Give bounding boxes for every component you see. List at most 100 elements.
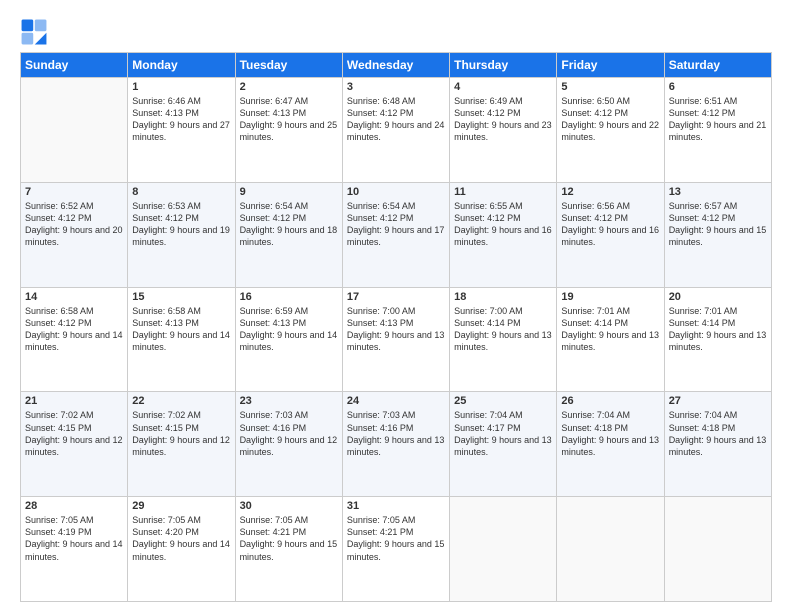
calendar-week-1: 1 Sunrise: 6:46 AMSunset: 4:13 PMDaylight… <box>21 78 772 183</box>
day-info: Sunrise: 7:02 AMSunset: 4:15 PMDaylight:… <box>25 409 123 458</box>
calendar-cell: 12 Sunrise: 6:56 AMSunset: 4:12 PMDayligh… <box>557 182 664 287</box>
calendar-cell: 28Sunrise: 7:05 AMSunset: 4:19 PMDayligh… <box>21 497 128 602</box>
day-number: 5 <box>561 81 659 93</box>
day-number: 1 <box>132 81 230 93</box>
calendar-cell <box>557 497 664 602</box>
day-number: 29 <box>132 500 230 512</box>
day-info: Sunrise: 7:05 AMSunset: 4:21 PMDaylight:… <box>347 514 445 563</box>
day-info: Sunrise: 7:03 AMSunset: 4:16 PMDaylight:… <box>347 409 445 458</box>
calendar-cell: 5 Sunrise: 6:50 AMSunset: 4:12 PMDaylight… <box>557 78 664 183</box>
calendar-cell: 15 Sunrise: 6:58 AMSunset: 4:13 PMDayligh… <box>128 287 235 392</box>
day-number: 15 <box>132 291 230 303</box>
day-info: Sunrise: 7:02 AMSunset: 4:15 PMDaylight:… <box>132 409 230 458</box>
day-header-sunday: Sunday <box>21 53 128 78</box>
day-info: Sunrise: 7:05 AMSunset: 4:20 PMDaylight:… <box>132 514 230 563</box>
calendar-cell: 19 Sunrise: 7:01 AMSunset: 4:14 PMDayligh… <box>557 287 664 392</box>
day-info: Sunrise: 7:01 AMSunset: 4:14 PMDaylight:… <box>669 305 767 354</box>
day-info: Sunrise: 6:48 AMSunset: 4:12 PMDaylight:… <box>347 95 445 144</box>
day-info: Sunrise: 6:59 AMSunset: 4:13 PMDaylight:… <box>240 305 338 354</box>
day-number: 26 <box>561 395 659 407</box>
day-number: 19 <box>561 291 659 303</box>
calendar-cell: 7Sunrise: 6:52 AMSunset: 4:12 PMDaylight… <box>21 182 128 287</box>
calendar-cell <box>664 497 771 602</box>
day-number: 16 <box>240 291 338 303</box>
calendar-cell: 14 Sunrise: 6:58 AMSunset: 4:12 PMDayligh… <box>21 287 128 392</box>
day-info: Sunrise: 6:54 AMSunset: 4:12 PMDaylight:… <box>240 200 338 249</box>
day-info: Sunrise: 6:49 AMSunset: 4:12 PMDaylight:… <box>454 95 552 144</box>
day-number: 4 <box>454 81 552 93</box>
day-header-friday: Friday <box>557 53 664 78</box>
day-number: 18 <box>454 291 552 303</box>
calendar-cell: 20 Sunrise: 7:01 AMSunset: 4:14 PMDayligh… <box>664 287 771 392</box>
calendar-cell: 16 Sunrise: 6:59 AMSunset: 4:13 PMDayligh… <box>235 287 342 392</box>
day-info: Sunrise: 6:57 AMSunset: 4:12 PMDaylight:… <box>669 200 767 249</box>
calendar-cell: 1 Sunrise: 6:46 AMSunset: 4:13 PMDaylight… <box>128 78 235 183</box>
logo <box>20 18 52 46</box>
day-info: Sunrise: 6:58 AMSunset: 4:12 PMDaylight:… <box>25 305 123 354</box>
calendar-cell: 2 Sunrise: 6:47 AMSunset: 4:13 PMDaylight… <box>235 78 342 183</box>
day-info: Sunrise: 6:46 AMSunset: 4:13 PMDaylight:… <box>132 95 230 144</box>
day-info: Sunrise: 7:04 AMSunset: 4:17 PMDaylight:… <box>454 409 552 458</box>
header-row: SundayMondayTuesdayWednesdayThursdayFrid… <box>21 53 772 78</box>
day-info: Sunrise: 6:53 AMSunset: 4:12 PMDaylight:… <box>132 200 230 249</box>
day-number: 8 <box>132 186 230 198</box>
day-number: 27 <box>669 395 767 407</box>
day-number: 25 <box>454 395 552 407</box>
calendar-cell: 4 Sunrise: 6:49 AMSunset: 4:12 PMDaylight… <box>450 78 557 183</box>
day-number: 9 <box>240 186 338 198</box>
day-info: Sunrise: 7:04 AMSunset: 4:18 PMDaylight:… <box>669 409 767 458</box>
calendar-cell: 26Sunrise: 7:04 AMSunset: 4:18 PMDayligh… <box>557 392 664 497</box>
day-info: Sunrise: 7:05 AMSunset: 4:19 PMDaylight:… <box>25 514 123 563</box>
calendar-cell: 11Sunrise: 6:55 AMSunset: 4:12 PMDayligh… <box>450 182 557 287</box>
day-number: 11 <box>454 186 552 198</box>
logo-icon <box>20 18 48 46</box>
calendar-cell: 21 Sunrise: 7:02 AMSunset: 4:15 PMDayligh… <box>21 392 128 497</box>
day-info: Sunrise: 6:58 AMSunset: 4:13 PMDaylight:… <box>132 305 230 354</box>
day-info: Sunrise: 7:00 AMSunset: 4:13 PMDaylight:… <box>347 305 445 354</box>
calendar-cell: 9 Sunrise: 6:54 AMSunset: 4:12 PMDaylight… <box>235 182 342 287</box>
day-header-tuesday: Tuesday <box>235 53 342 78</box>
day-number: 12 <box>561 186 659 198</box>
calendar-cell: 30 Sunrise: 7:05 AMSunset: 4:21 PMDayligh… <box>235 497 342 602</box>
day-number: 14 <box>25 291 123 303</box>
calendar-cell: 25 Sunrise: 7:04 AMSunset: 4:17 PMDayligh… <box>450 392 557 497</box>
day-header-monday: Monday <box>128 53 235 78</box>
calendar-cell: 13 Sunrise: 6:57 AMSunset: 4:12 PMDayligh… <box>664 182 771 287</box>
day-number: 7 <box>25 186 123 198</box>
day-number: 21 <box>25 395 123 407</box>
day-number: 20 <box>669 291 767 303</box>
calendar-week-4: 21 Sunrise: 7:02 AMSunset: 4:15 PMDayligh… <box>21 392 772 497</box>
page: SundayMondayTuesdayWednesdayThursdayFrid… <box>0 0 792 612</box>
calendar-cell: 6 Sunrise: 6:51 AMSunset: 4:12 PMDaylight… <box>664 78 771 183</box>
day-header-saturday: Saturday <box>664 53 771 78</box>
calendar-cell: 22 Sunrise: 7:02 AMSunset: 4:15 PMDayligh… <box>128 392 235 497</box>
day-number: 22 <box>132 395 230 407</box>
calendar-cell: 10Sunrise: 6:54 AMSunset: 4:12 PMDayligh… <box>342 182 449 287</box>
day-number: 24 <box>347 395 445 407</box>
calendar-header: SundayMondayTuesdayWednesdayThursdayFrid… <box>21 53 772 78</box>
day-number: 31 <box>347 500 445 512</box>
calendar-cell: 29 Sunrise: 7:05 AMSunset: 4:20 PMDayligh… <box>128 497 235 602</box>
calendar-week-2: 7Sunrise: 6:52 AMSunset: 4:12 PMDaylight… <box>21 182 772 287</box>
day-number: 6 <box>669 81 767 93</box>
calendar-cell: 24 Sunrise: 7:03 AMSunset: 4:16 PMDayligh… <box>342 392 449 497</box>
day-info: Sunrise: 7:00 AMSunset: 4:14 PMDaylight:… <box>454 305 552 354</box>
calendar-week-3: 14 Sunrise: 6:58 AMSunset: 4:12 PMDayligh… <box>21 287 772 392</box>
day-number: 13 <box>669 186 767 198</box>
day-number: 30 <box>240 500 338 512</box>
day-number: 3 <box>347 81 445 93</box>
calendar-table: SundayMondayTuesdayWednesdayThursdayFrid… <box>20 52 772 602</box>
day-info: Sunrise: 6:51 AMSunset: 4:12 PMDaylight:… <box>669 95 767 144</box>
day-header-wednesday: Wednesday <box>342 53 449 78</box>
day-info: Sunrise: 7:05 AMSunset: 4:21 PMDaylight:… <box>240 514 338 563</box>
day-info: Sunrise: 6:50 AMSunset: 4:12 PMDaylight:… <box>561 95 659 144</box>
calendar-cell: 31 Sunrise: 7:05 AMSunset: 4:21 PMDayligh… <box>342 497 449 602</box>
calendar-cell: 27 Sunrise: 7:04 AMSunset: 4:18 PMDayligh… <box>664 392 771 497</box>
calendar-cell: 8 Sunrise: 6:53 AMSunset: 4:12 PMDaylight… <box>128 182 235 287</box>
day-info: Sunrise: 6:47 AMSunset: 4:13 PMDaylight:… <box>240 95 338 144</box>
day-info: Sunrise: 6:56 AMSunset: 4:12 PMDaylight:… <box>561 200 659 249</box>
day-info: Sunrise: 7:01 AMSunset: 4:14 PMDaylight:… <box>561 305 659 354</box>
day-number: 2 <box>240 81 338 93</box>
day-number: 17 <box>347 291 445 303</box>
calendar-cell: 18 Sunrise: 7:00 AMSunset: 4:14 PMDayligh… <box>450 287 557 392</box>
